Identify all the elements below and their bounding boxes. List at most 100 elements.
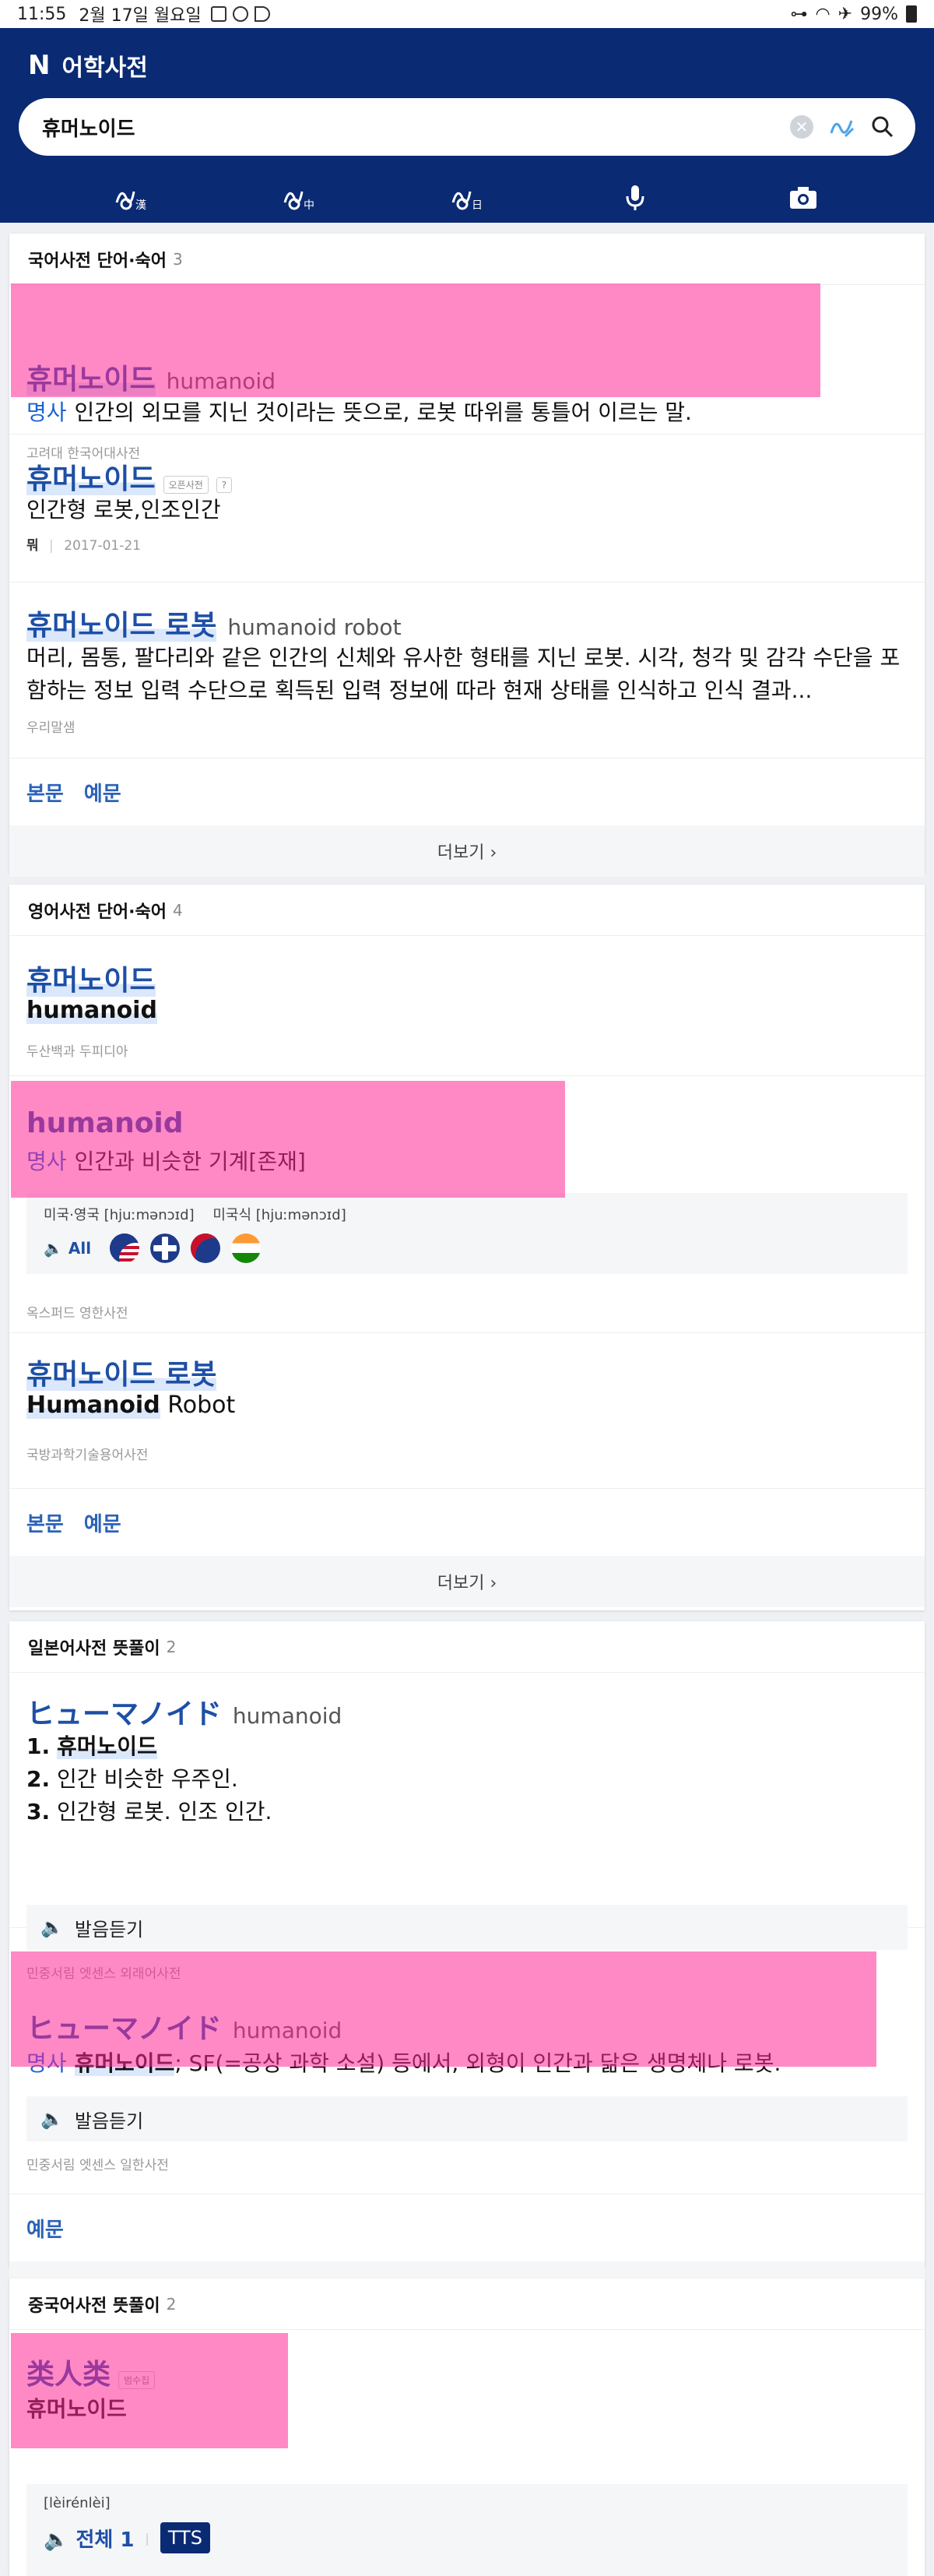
listen-button[interactable]: 🔈 발음듣기 <box>26 1905 908 1950</box>
korean-dictionary-section: 국어사전 단어·숙어 3 휴머노이드 humanoid 명사 인간의 외모를 지닌 것… <box>9 234 925 877</box>
headword[interactable]: humanoid <box>26 1107 184 1139</box>
battery-icon <box>906 5 917 23</box>
mic-icon <box>626 185 644 210</box>
handwrite-button[interactable] <box>825 110 859 144</box>
link-examples[interactable]: 예문 <box>84 1508 121 1537</box>
battery-percent: 99% <box>860 4 898 24</box>
definition: 명사 휴머노이드; SF(=공상 과학 소설) 등에서, 외형이 인간과 닮은 생… <box>26 2050 781 2076</box>
headword[interactable]: 휴머노이드 로봇 <box>26 610 217 642</box>
svg-text:中: 中 <box>304 199 314 212</box>
headword[interactable]: ヒューマノイド <box>26 1698 222 1730</box>
source: 우리말샘 <box>26 720 75 736</box>
send-icon <box>254 6 270 22</box>
help-badge[interactable]: ? <box>216 477 233 493</box>
more-button[interactable]: 더보기 › <box>9 1556 925 1607</box>
status-bar: 11:55 2월 17일 월요일 ⊶ ◠ ✈ 99% <box>0 0 934 28</box>
chinese-dictionary-section: 중국어사전 뜻풀이 2 类人类 범수집 휴머노이드 [lèirénlèi] 🔈 전체… <box>9 2279 925 2576</box>
original-word: humanoid <box>166 368 276 394</box>
headword[interactable]: 휴머노이드 <box>26 364 156 396</box>
headword[interactable]: 类人类 <box>26 2359 111 2391</box>
search-icon <box>872 116 894 138</box>
link-examples[interactable]: 예문 <box>26 2214 64 2243</box>
headword[interactable]: 휴머노이드 <box>26 463 156 495</box>
more-button[interactable]: 더보기 › <box>9 825 925 877</box>
definition-list: 1. 휴머노이드 2. 인간 비슷한 우주인. 3. 인간형 로봇. 인조 인간… <box>26 1730 272 1828</box>
page-title[interactable]: 어학사전 <box>61 48 147 83</box>
list-item: ヒューマノイド humanoid 명사 휴머노이드; SF(=공상 과학 소설) 등… <box>9 1986 925 2194</box>
japanese-dictionary-section: 일본어사전 뜻풀이 2 ヒューマノイド humanoid 1. 휴머노이드 2. 인… <box>9 1621 925 2313</box>
definition-item: 3. 인간형 로봇. 인조 인간. <box>26 1799 272 1825</box>
uk-flag-icon[interactable] <box>150 1233 181 1263</box>
pronunciation-box: [lèirénlèi] 🔈 전체 1 | TTS <box>26 2484 908 2576</box>
definition: 인간의 외모를 지닌 것이라는 뜻으로, 로봇 따위를 통틀어 이르는 말. <box>74 399 692 425</box>
wifi-icon: ◠ <box>815 4 830 24</box>
section-title: 중국어사전 뜻풀이 2 <box>9 2279 925 2330</box>
date: 2017-01-21 <box>64 538 141 554</box>
headword[interactable]: ヒューマノイド <box>26 2013 222 2045</box>
definition: humanoid <box>26 997 157 1024</box>
in-flag-icon[interactable] <box>231 1233 262 1263</box>
speaker-icon: 🔈 <box>40 1916 64 1938</box>
definition-item: 2. 인간 비슷한 우주인. <box>26 1766 238 1792</box>
section-title: 일본어사전 뜻풀이 2 <box>9 1621 925 1673</box>
definition: Humanoid Robot <box>26 1392 236 1419</box>
status-time: 11:55 <box>17 4 67 24</box>
audio-buttons: 🔈 All <box>44 1233 890 1263</box>
link-examples[interactable]: 예문 <box>84 778 121 807</box>
link-main[interactable]: 본문 <box>26 778 64 807</box>
pinyin: [lèirénlèi] <box>44 2495 111 2511</box>
list-item: 휴머노이드 로봇 humanoid robot 머리, 몸통, 팔다리와 같은 인… <box>9 582 925 758</box>
collect-badge: 범수집 <box>118 2371 156 2389</box>
input-tools: 漢 中 日 <box>0 176 934 220</box>
original-word: humanoid <box>232 2018 342 2043</box>
section-links: 예문 <box>9 2194 925 2261</box>
list-item: 휴머노이드 humanoid 명사 인간의 외모를 지닌 것이라는 뜻으로, 로봇 … <box>9 285 925 462</box>
tts-button[interactable]: TTS <box>160 2522 210 2553</box>
svg-text:漢: 漢 <box>135 199 146 212</box>
definition-item: 1. 휴머노이드 <box>26 1733 157 1759</box>
original-word: humanoid <box>232 1703 342 1729</box>
author[interactable]: 뭐 <box>26 538 39 554</box>
listen-button[interactable]: 🔈 발음듣기 <box>26 2096 908 2141</box>
handwrite-japanese-icon: 日 <box>451 191 483 212</box>
link-main[interactable]: 본문 <box>26 1508 64 1537</box>
pronunciation: 미국·영국 [hjuːmənɔɪd] 미국식 [hjuːmənɔɪd] <box>44 1207 346 1223</box>
section-title: 영어사전 단어·숙어 4 <box>9 885 925 936</box>
source: 국방과학기술용어사전 <box>26 1448 149 1463</box>
brand: N 어학사전 <box>28 48 148 83</box>
handwrite-japanese-button[interactable]: 日 <box>436 178 498 217</box>
notification-icons <box>210 6 270 22</box>
open-dict-badge: 오픈사전 <box>163 476 209 494</box>
handwrite-hanja-button[interactable]: 漢 <box>100 178 162 217</box>
clear-button[interactable]: ✕ <box>785 110 819 144</box>
headword[interactable]: 휴머노이드 로봇 <box>26 1359 217 1391</box>
system-icons: ⊶ ◠ ✈ 99% <box>790 5 917 24</box>
list-item: 휴머노이드 오픈사전? 인간형 로봇,인조인간 뭐 | 2017-01-21 <box>9 435 925 582</box>
source: 옥스퍼드 영한사전 <box>26 1306 128 1321</box>
app-icon <box>232 6 248 22</box>
play-all-button[interactable]: 🔈 All <box>44 1239 91 1258</box>
search-input[interactable] <box>42 115 778 139</box>
headword[interactable]: 휴머노이드 <box>26 965 156 997</box>
status-date: 2월 17일 월요일 <box>79 6 202 26</box>
section-links: 본문 예문 <box>9 1489 925 1556</box>
search-button[interactable] <box>866 110 900 144</box>
list-item: 类人类범수집 휴머노이드 [lèirénlèi] 🔈 전체 1 | TTS 위키… <box>9 2330 925 2576</box>
naver-logo[interactable]: N <box>28 50 50 81</box>
au-flag-icon[interactable] <box>191 1233 221 1263</box>
play-all-button[interactable]: 🔈 전체 1 <box>44 2524 134 2553</box>
clear-icon: ✕ <box>790 115 813 139</box>
handwrite-icon <box>830 120 855 138</box>
svg-text:日: 日 <box>472 199 483 212</box>
link-icon: ⊶ <box>790 4 808 24</box>
camera-icon <box>790 187 816 209</box>
airplane-icon: ✈ <box>837 4 853 24</box>
handwrite-chinese-button[interactable]: 中 <box>268 178 330 217</box>
definition: 인간형 로봇,인조인간 <box>26 497 221 523</box>
list-item: 휴머노이드 로봇 Humanoid Robot 국방과학기술용어사전 <box>9 1333 925 1489</box>
voice-search-button[interactable] <box>604 178 666 217</box>
definition: 인간과 비슷한 기계[존재] <box>74 1149 306 1174</box>
camera-search-button[interactable] <box>772 178 834 217</box>
us-flag-icon[interactable] <box>110 1233 140 1263</box>
gallery-icon <box>210 6 226 22</box>
